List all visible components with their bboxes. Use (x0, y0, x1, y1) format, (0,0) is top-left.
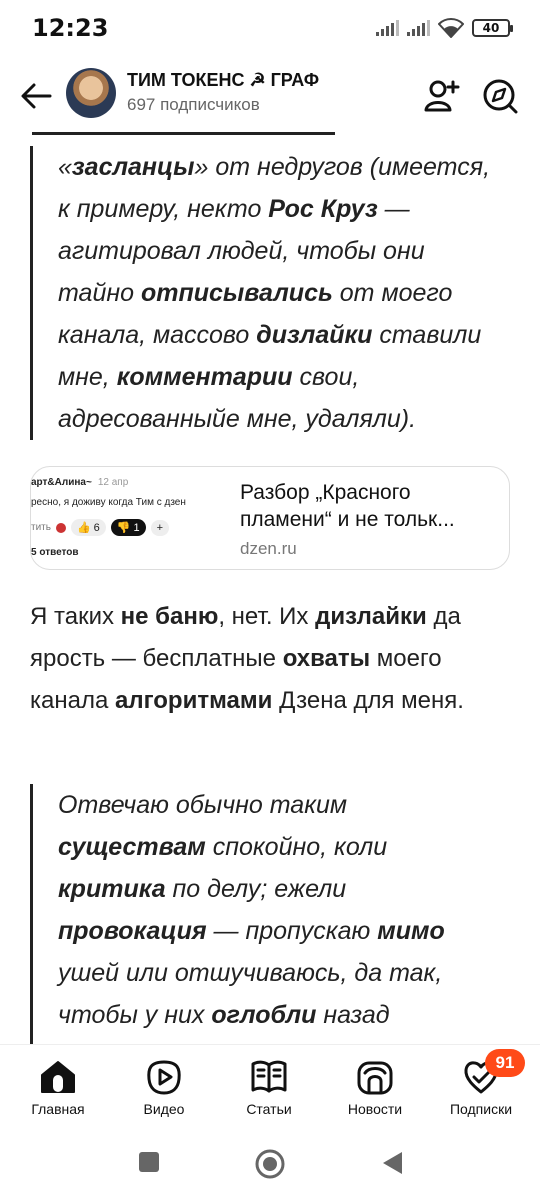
nav-item-subscriptions[interactable]: 91 Подписки (431, 1049, 531, 1117)
thumb-action: тить (31, 522, 51, 533)
thumb-like-pill: 👍 6 (70, 519, 106, 536)
thumb-comment-text: ресно, я доживу когда Тим с дзен (31, 497, 186, 508)
thumb-author-line: арт&Алина~ 12 апр (31, 477, 128, 488)
nav-item-news[interactable]: Новости (325, 1057, 425, 1117)
bottom-navigation: Главная Видео Статьи Новости 91 Подписки (0, 1044, 540, 1130)
thumbs-down-icon: 👎 (116, 522, 131, 534)
card-title[interactable]: Разбор „Красного пламени“ и не тольк... (240, 479, 500, 533)
nav-label-video: Видео (143, 1101, 185, 1117)
nav-label-home: Главная (31, 1101, 85, 1117)
nav-label-articles: Статьи (246, 1101, 292, 1117)
home-circle-icon[interactable] (254, 1148, 286, 1180)
home-icon (41, 1061, 75, 1093)
system-navigation-bar (0, 1130, 540, 1200)
battery-icon: 40 (472, 19, 513, 37)
channel-header: ТИМ ТОКЕНС ☭ ГРАФ 697 подписчиков (0, 60, 540, 135)
thumb-dislike-pill: 👎 1 (110, 519, 146, 536)
subscriber-count: 697 подписчиков (127, 95, 260, 114)
article-content: «засланцы» от недругов (имеется, к приме… (0, 134, 540, 1044)
status-time: 12:23 (32, 14, 109, 42)
quote-block: Отвечаю обычно таким существам спокойно,… (30, 784, 520, 1044)
link-preview-card[interactable]: арт&Алина~ 12 апр ресно, я доживу когда Т… (30, 466, 510, 570)
status-icons: 40 (376, 18, 513, 38)
signal-icon (407, 20, 430, 36)
thumb-dislike-count: 1 (133, 521, 140, 534)
channel-title[interactable]: ТИМ ТОКЕНС ☭ ГРАФ (127, 70, 319, 91)
quote-block: «засланцы» от недругов (имеется, к приме… (30, 146, 520, 440)
signal-icon (376, 20, 399, 36)
subscriptions-badge: 91 (485, 1049, 525, 1077)
nav-item-video[interactable]: Видео (114, 1057, 214, 1117)
thumb-author: арт&Алина~ (31, 477, 92, 488)
thumb-replies: 5 ответов (31, 547, 79, 558)
nav-label-subscriptions: Подписки (449, 1101, 513, 1117)
compass-icon[interactable] (480, 76, 520, 116)
back-arrow-icon[interactable] (16, 76, 56, 116)
articles-icon (251, 1060, 287, 1093)
recents-square-icon[interactable] (137, 1150, 161, 1174)
nav-label-news: Новости (347, 1101, 403, 1117)
thumb-date: 12 апр (97, 477, 129, 488)
nav-item-home[interactable]: Главная (8, 1057, 108, 1117)
video-icon (147, 1060, 181, 1095)
thumbs-up-icon: 👍 (76, 522, 91, 534)
nav-item-articles[interactable]: Статьи (219, 1057, 319, 1117)
reaction-icon (55, 522, 66, 533)
news-icon (357, 1061, 393, 1095)
wifi-icon (438, 18, 464, 38)
add-user-icon[interactable] (422, 76, 462, 116)
card-thumbnail: арт&Алина~ 12 апр ресно, я доживу когда Т… (31, 467, 226, 569)
thumb-like-count: 6 (93, 521, 100, 534)
status-bar: 12:23 40 (0, 0, 540, 60)
back-triangle-icon[interactable] (380, 1150, 404, 1176)
paragraph: Я таких не баню, нет. Их дизлайки да яро… (30, 603, 464, 714)
thumb-add-reaction: + (150, 519, 170, 536)
card-domain: dzen.ru (240, 539, 297, 558)
thumb-reactions: тить 👍 6 👎 1 + (31, 519, 170, 536)
avatar[interactable] (66, 68, 116, 118)
